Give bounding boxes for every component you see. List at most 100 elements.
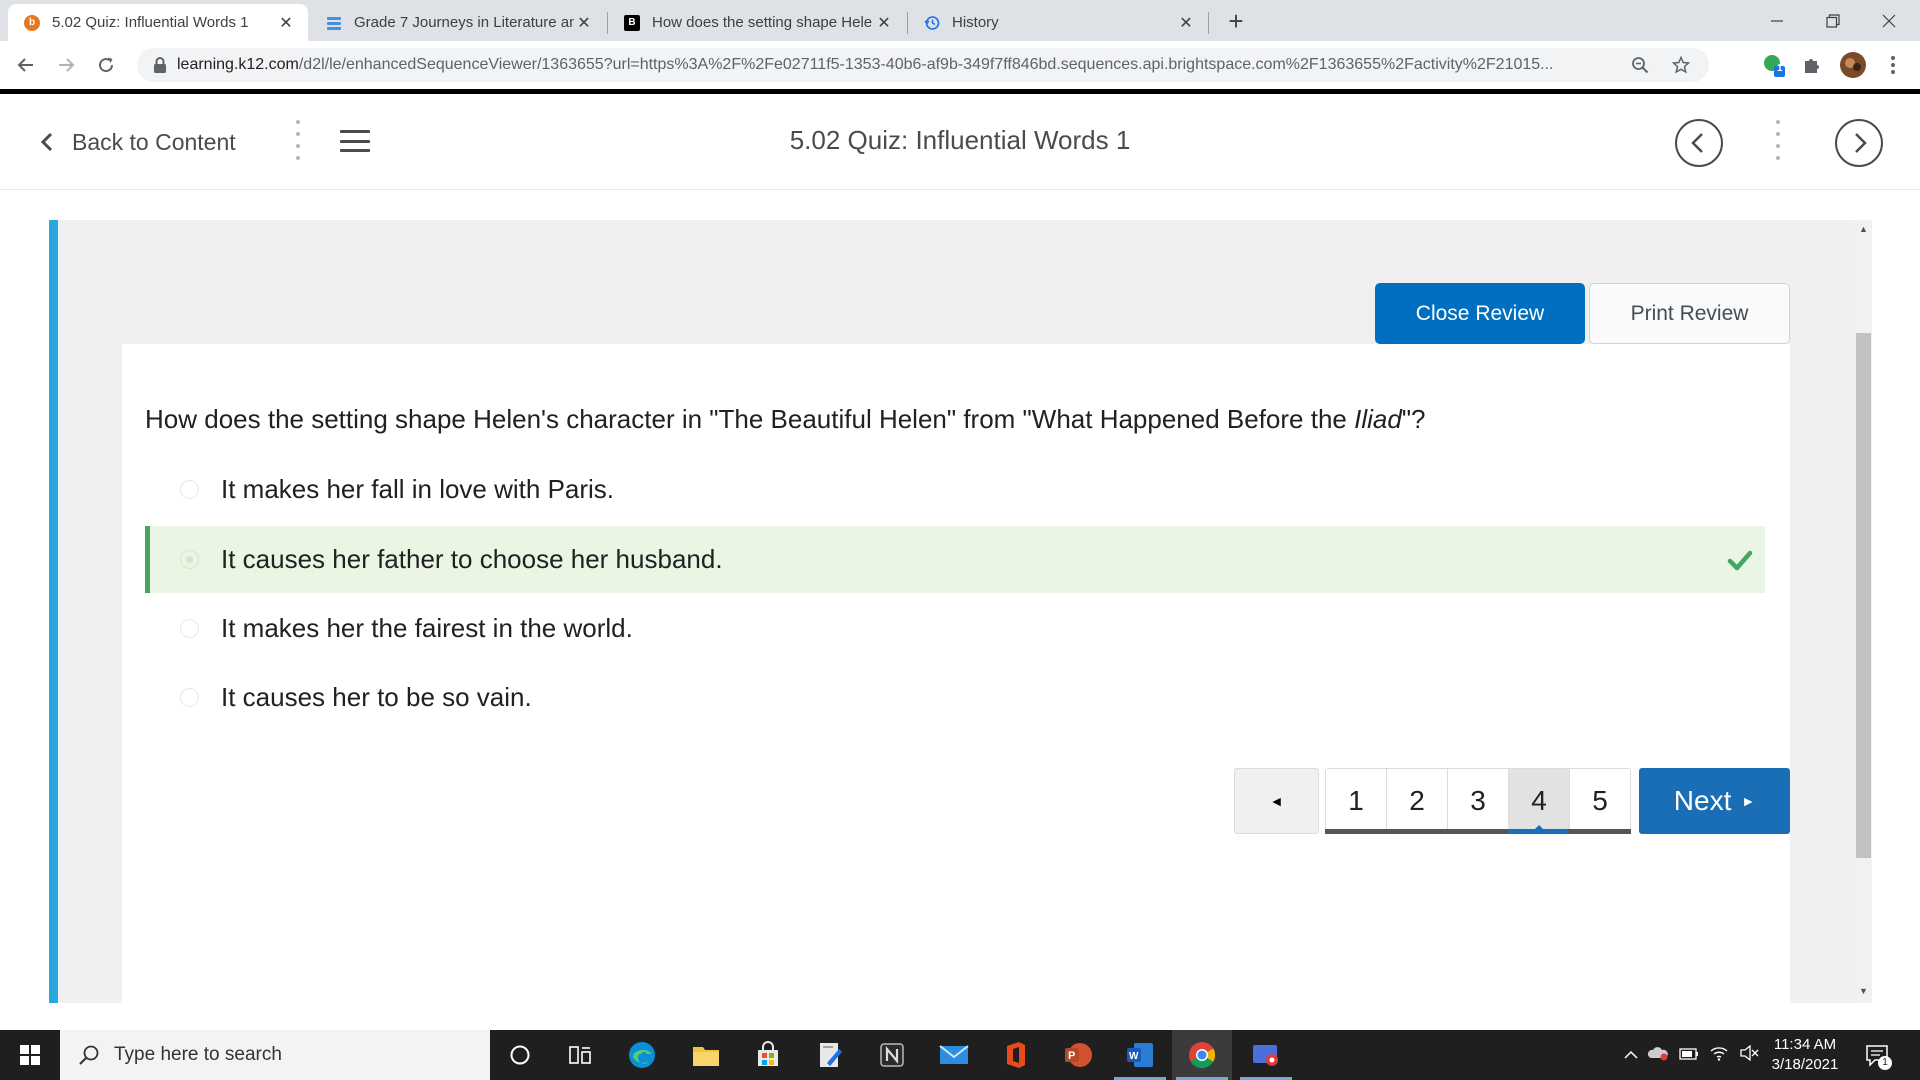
- back-to-content-link[interactable]: Back to Content: [40, 124, 236, 160]
- vertical-divider-dots: [1775, 120, 1781, 160]
- close-review-button[interactable]: Close Review: [1375, 283, 1585, 344]
- browser-menu-icon[interactable]: [1878, 50, 1908, 80]
- tab-history[interactable]: History ✕: [908, 4, 1208, 41]
- notes-app-icon[interactable]: [800, 1030, 860, 1080]
- previous-activity-button[interactable]: [1675, 119, 1723, 167]
- search-icon: [79, 1045, 99, 1065]
- extension-badge: 1: [1777, 63, 1783, 74]
- notification-center-icon[interactable]: 1: [1862, 1040, 1892, 1070]
- url-text: learning.k12.com/d2l/le/enhancedSequence…: [177, 56, 1617, 74]
- next-activity-button[interactable]: [1835, 119, 1883, 167]
- office-icon[interactable]: [986, 1030, 1046, 1080]
- close-icon[interactable]: ✕: [276, 13, 296, 33]
- tab-separator: [1208, 12, 1209, 34]
- page-button-3[interactable]: 3: [1448, 769, 1509, 833]
- vertical-divider-dots: [295, 120, 301, 160]
- answer-choice[interactable]: It makes her fall in love with Paris.: [145, 456, 1765, 523]
- page-title: 5.02 Quiz: Influential Words 1: [789, 125, 1131, 155]
- pagination-current-indicator: [1508, 829, 1568, 834]
- chevron-right-icon: [1855, 133, 1867, 153]
- radio-button[interactable]: [180, 619, 199, 638]
- powerpoint-icon[interactable]: P: [1048, 1030, 1108, 1080]
- file-explorer-icon[interactable]: [676, 1030, 736, 1080]
- extension-green-icon[interactable]: 1: [1758, 50, 1788, 80]
- puzzle-extensions-icon[interactable]: [1797, 50, 1827, 80]
- wifi-icon[interactable]: [1704, 1045, 1734, 1065]
- radio-button-selected[interactable]: [180, 550, 199, 569]
- stack-icon: [326, 15, 342, 31]
- chevron-left-icon: [1691, 133, 1703, 153]
- windows-start-icon[interactable]: [0, 1030, 60, 1080]
- reload-icon[interactable]: [92, 51, 120, 79]
- taskbar-clock[interactable]: 11:34 AM 3/18/2021: [1760, 1035, 1850, 1075]
- edge-browser-icon[interactable]: [612, 1030, 672, 1080]
- scroll-up-arrow-icon[interactable]: ▲: [1856, 222, 1871, 236]
- search-placeholder: Type here to search: [114, 1044, 282, 1065]
- cortana-icon[interactable]: [490, 1030, 550, 1080]
- radio-button[interactable]: [180, 480, 199, 499]
- question-text-start: How does the setting shape Helen's chara…: [145, 404, 1355, 434]
- answer-label: It causes her father to choose her husba…: [221, 544, 723, 574]
- word-icon[interactable]: W: [1110, 1030, 1170, 1080]
- scroll-down-arrow-icon[interactable]: ▼: [1856, 984, 1871, 998]
- notion-icon[interactable]: [862, 1030, 922, 1080]
- restore-icon[interactable]: [1802, 0, 1864, 41]
- taskbar-search-box[interactable]: Type here to search: [60, 1030, 490, 1080]
- tab-title: 5.02 Quiz: Influential Words 1: [52, 14, 249, 31]
- forward-arrow-icon[interactable]: [52, 51, 80, 79]
- page-button-4-current[interactable]: 4: [1509, 769, 1570, 833]
- page-button-5[interactable]: 5: [1570, 769, 1630, 833]
- previous-question-button[interactable]: ◄: [1234, 768, 1319, 834]
- scrollbar-thumb[interactable]: [1856, 333, 1871, 858]
- triangle-left-icon: ◄: [1269, 793, 1284, 809]
- question-pagination: 1 2 3 4 5: [1325, 768, 1631, 834]
- back-arrow-icon[interactable]: [12, 51, 40, 79]
- next-question-button[interactable]: Next ►: [1639, 768, 1790, 834]
- brainly-icon: B: [624, 14, 640, 31]
- page-button-1[interactable]: 1: [1326, 769, 1387, 833]
- question-text-italic: Iliad: [1354, 404, 1402, 434]
- tab-grade7[interactable]: Grade 7 Journeys in Literature an ✕: [310, 4, 606, 41]
- profile-avatar[interactable]: [1838, 50, 1868, 80]
- snipping-tool-icon[interactable]: [1236, 1030, 1296, 1080]
- frame-accent-bar: [49, 220, 58, 1003]
- bookmark-star-icon[interactable]: [1671, 55, 1691, 74]
- answer-choice[interactable]: It makes her the fairest in the world.: [145, 595, 1765, 662]
- window-close-icon[interactable]: [1858, 0, 1920, 41]
- sequence-header: Back to Content 5.02 Quiz: Influential W…: [0, 94, 1920, 190]
- tab-title: History: [952, 14, 999, 31]
- answer-choice-correct[interactable]: It causes her father to choose her husba…: [145, 526, 1765, 593]
- page-button-2[interactable]: 2: [1387, 769, 1448, 833]
- chevron-up-icon[interactable]: [1620, 1047, 1642, 1064]
- notification-count: 1: [1878, 1056, 1892, 1070]
- zoom-icon[interactable]: [1631, 56, 1649, 74]
- chrome-icon[interactable]: [1172, 1030, 1232, 1080]
- url-path: /d2l/le/enhancedSequenceViewer/1363655?u…: [298, 56, 1554, 73]
- battery-icon[interactable]: [1674, 1047, 1704, 1064]
- print-review-button[interactable]: Print Review: [1589, 283, 1790, 344]
- new-tab-button[interactable]: +: [1222, 8, 1250, 36]
- clock-date: 3/18/2021: [1771, 1056, 1839, 1073]
- url-host: learning.k12.com: [177, 56, 299, 73]
- menu-icon[interactable]: [340, 130, 370, 152]
- next-label: Next: [1673, 785, 1732, 816]
- minimize-icon[interactable]: [1746, 0, 1808, 41]
- mail-icon[interactable]: [924, 1030, 984, 1080]
- checkmark-icon: [1727, 550, 1753, 570]
- close-icon[interactable]: ✕: [574, 13, 594, 33]
- tab-brainly[interactable]: B How does the setting shape Hele ✕: [608, 4, 906, 41]
- system-tray: [1620, 1030, 1764, 1080]
- tab-quiz[interactable]: b 5.02 Quiz: Influential Words 1 ✕: [8, 4, 308, 41]
- radio-button[interactable]: [180, 688, 199, 707]
- history-icon: [924, 15, 940, 31]
- task-view-icon[interactable]: [550, 1030, 610, 1080]
- svg-text:P: P: [1068, 1050, 1075, 1062]
- address-bar[interactable]: learning.k12.com/d2l/le/enhancedSequence…: [137, 48, 1709, 82]
- close-icon[interactable]: ✕: [874, 13, 894, 33]
- store-icon[interactable]: [738, 1030, 798, 1080]
- tab-title: How does the setting shape Hele: [652, 14, 873, 31]
- triangle-right-icon: ►: [1741, 793, 1756, 809]
- answer-choice[interactable]: It causes her to be so vain.: [145, 664, 1765, 731]
- close-icon[interactable]: ✕: [1176, 13, 1196, 33]
- onedrive-icon[interactable]: [1642, 1045, 1674, 1065]
